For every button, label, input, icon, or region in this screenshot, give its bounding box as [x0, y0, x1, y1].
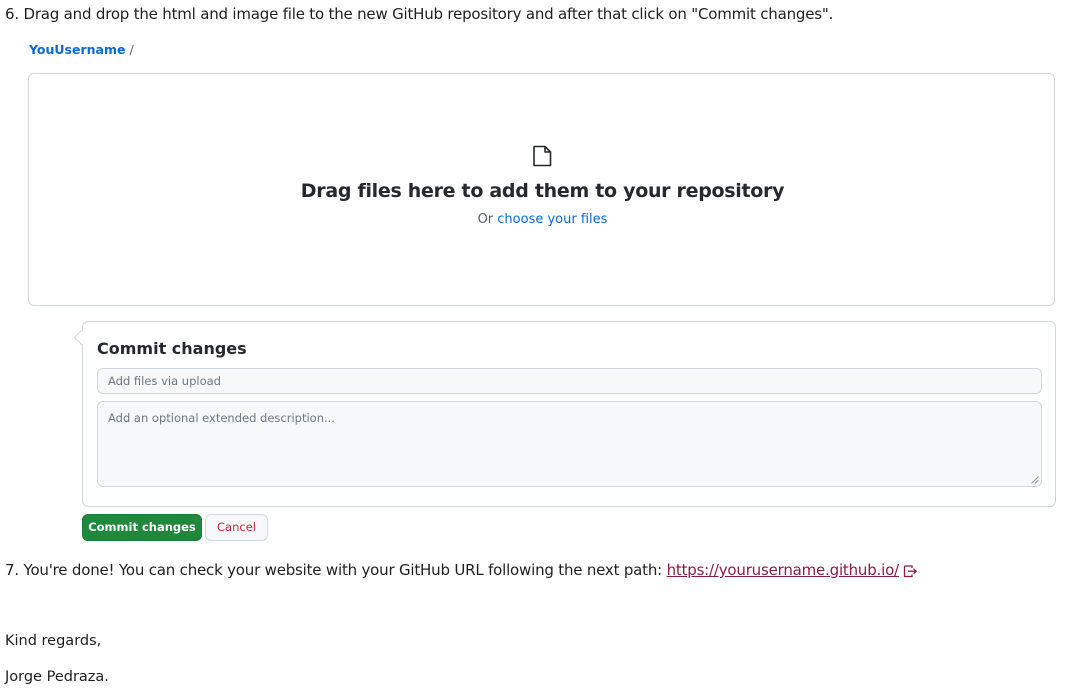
closing-regards: Kind regards,	[5, 633, 102, 649]
step-6-instruction: 6. Drag and drop the html and image file…	[5, 5, 834, 23]
resize-grip-icon[interactable]	[1031, 476, 1039, 484]
dropzone-subtitle-prefix: Or	[477, 212, 498, 227]
step-7-instruction: 7. You're done! You can check your websi…	[5, 561, 919, 579]
choose-files-link[interactable]: choose your files	[497, 212, 607, 227]
dropzone-subtitle: Or choose your files	[0, 212, 1065, 227]
breadcrumb-owner-link[interactable]: YouUsername	[29, 42, 125, 57]
github-pages-link[interactable]: https://yourusername.github.io/	[667, 561, 900, 579]
step-7-text: 7. You're done! You can check your websi…	[5, 561, 667, 579]
page: 6. Drag and drop the html and image file…	[0, 0, 1065, 688]
commit-changes-button[interactable]: Commit changes	[82, 514, 202, 541]
breadcrumb: YouUsername /	[29, 42, 134, 57]
commit-description-input[interactable]	[97, 401, 1042, 487]
commit-panel-title: Commit changes	[97, 339, 247, 358]
dropzone-title: Drag files here to add them to your repo…	[300, 180, 785, 202]
cancel-button[interactable]: Cancel	[205, 514, 268, 541]
closing-signature: Jorge Pedraza.	[5, 669, 109, 685]
file-icon	[533, 145, 552, 167]
commit-summary-input[interactable]	[97, 368, 1042, 394]
external-link-icon[interactable]	[903, 564, 919, 578]
breadcrumb-separator: /	[129, 42, 134, 57]
